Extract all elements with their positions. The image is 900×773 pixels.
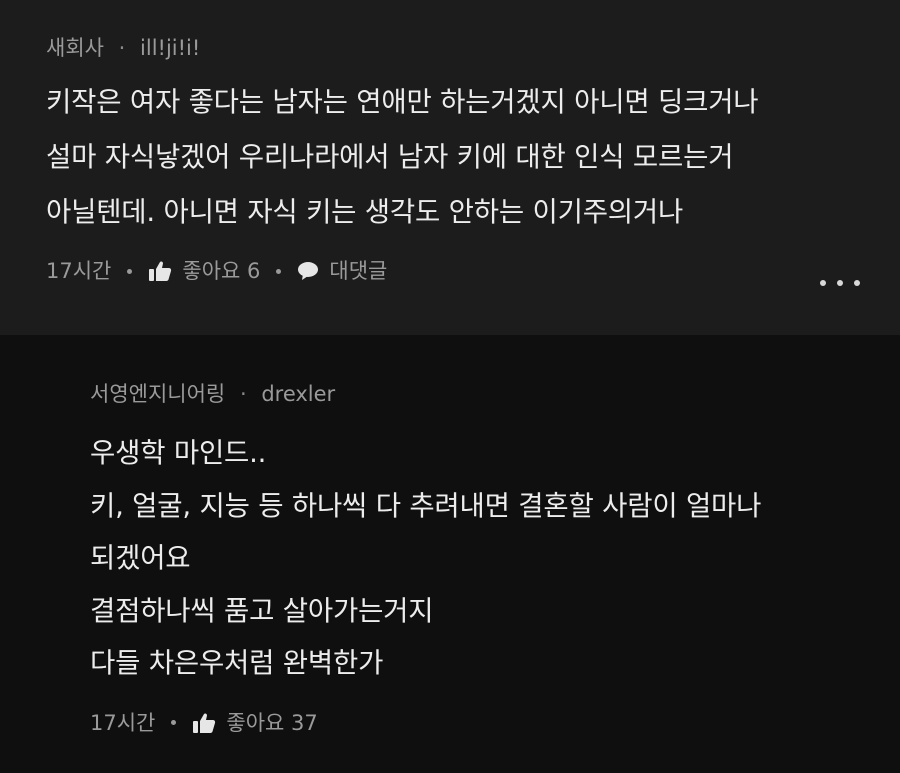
author-username[interactable]: ill!ji!i! [140,36,200,60]
reply-button[interactable]: 대댓글 [297,254,387,288]
reply-card: 서영엔지니어링 · drexler 우생학 마인드.. 키, 얼굴, 지능 등 … [0,335,900,773]
meta-separator: · [239,382,247,406]
speech-bubble-icon [297,261,319,281]
like-button[interactable]: 좋아요 6 [148,254,260,288]
more-dot [837,280,843,286]
comment-meta: 새회사 · ill!ji!i! [46,33,900,63]
comment-line: 키, 얼굴, 지능 등 하나씩 다 추려내면 결혼할 사람이 얼마나 [90,489,762,522]
thumbs-up-icon [148,260,172,282]
footer-dot [276,268,282,274]
comment-meta: 서영엔지니어링 · drexler [90,379,900,409]
author-company[interactable]: 새회사 [46,36,104,60]
reply-label: 대댓글 [329,259,388,283]
comment-line: 아닐텐데. 아니면 자식 키는 생각도 안하는 이기주의거나 [46,196,684,228]
author-username[interactable]: drexler [261,382,335,406]
comment-body: 우생학 마인드.. 키, 얼굴, 지능 등 하나씩 다 추려내면 결혼할 사람이… [90,427,900,690]
comment-line: 다들 차은우처럼 완벽한가 [90,647,384,679]
comment-card: 새회사 · ill!ji!i! 키작은 여자 좋다는 남자는 연애만 하는거겠지… [0,0,900,335]
meta-separator: · [118,36,126,60]
footer-dot [127,268,133,274]
like-label: 좋아요 37 [226,710,318,735]
more-horizontal-icon[interactable] [820,273,860,293]
more-dot [854,280,860,286]
comment-line: 결점하나씩 품고 살아가는거지 [90,594,434,627]
comment-line: 키작은 여자 좋다는 남자는 연애만 하는거겠지 아니면 딩크거나 [46,86,759,118]
thumbs-up-icon [192,712,216,734]
comment-footer: 17시간 좋아요 6 대댓글 [46,254,900,288]
footer-dot [171,720,177,725]
comment-footer: 17시간 좋아요 37 [90,706,900,740]
comment-time: 17시간 [90,710,156,735]
author-company[interactable]: 서영엔지니어링 [90,382,225,406]
more-dot [820,280,826,286]
comment-line: 설마 자식낳겠어 우리나라에서 남자 키에 대한 인식 모르는거 [46,141,734,173]
like-button[interactable]: 좋아요 37 [192,706,318,740]
comment-line: 되겠어요 [90,542,191,574]
comment-line: 우생학 마인드.. [90,437,267,469]
comment-body: 키작은 여자 좋다는 남자는 연애만 하는거겠지 아니면 딩크거나 설마 자식낳… [46,75,900,240]
like-label: 좋아요 6 [182,259,261,283]
comment-time: 17시간 [46,259,112,283]
